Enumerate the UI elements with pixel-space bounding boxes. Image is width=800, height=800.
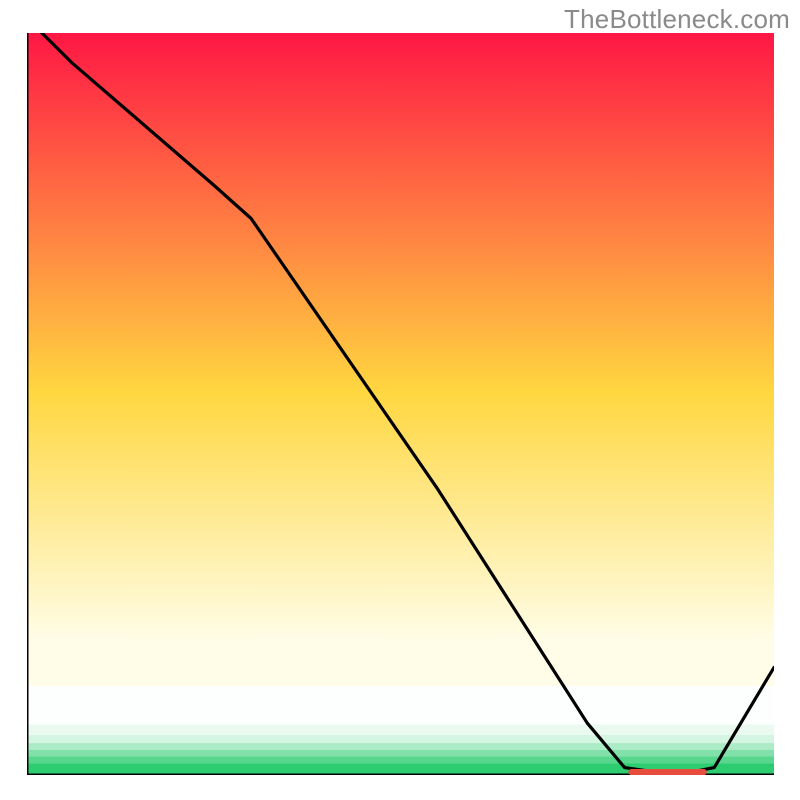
optimal-range-marker bbox=[628, 769, 706, 775]
color-band bbox=[27, 756, 774, 763]
chart-svg bbox=[27, 33, 774, 775]
color-band bbox=[27, 686, 774, 725]
color-band bbox=[27, 735, 774, 743]
color-band bbox=[27, 725, 774, 735]
chart-frame: TheBottleneck.com bbox=[0, 0, 800, 800]
color-band bbox=[27, 750, 774, 757]
plot-area bbox=[27, 33, 774, 775]
color-band bbox=[27, 743, 774, 750]
watermark-label: TheBottleneck.com bbox=[564, 4, 790, 35]
gradient-background bbox=[27, 33, 774, 686]
